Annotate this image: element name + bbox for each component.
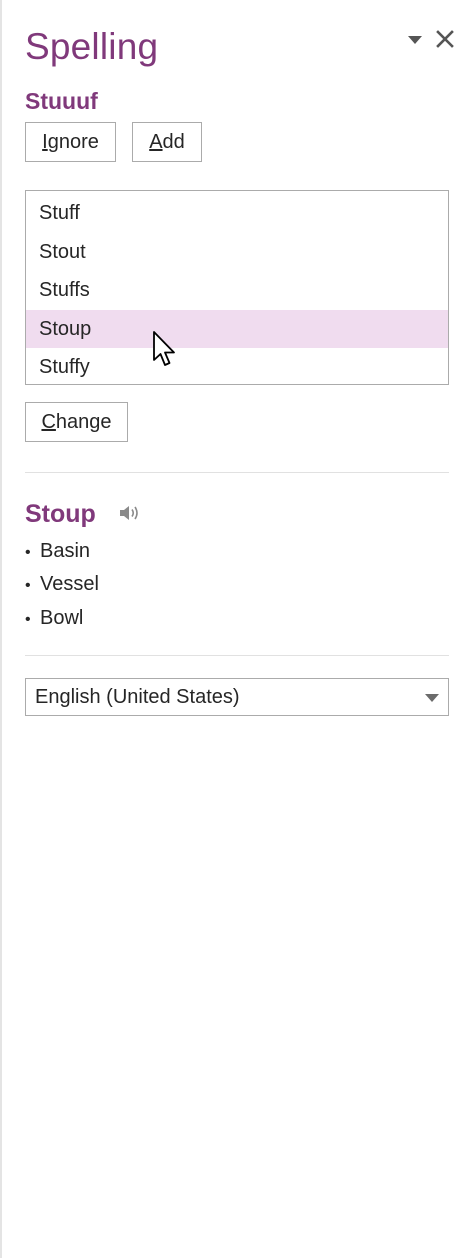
ignore-button[interactable]: Ignore	[25, 122, 116, 162]
bullet-icon: •	[25, 610, 31, 628]
speaker-icon[interactable]	[118, 503, 142, 523]
ignore-button-label: gnore	[47, 130, 99, 153]
change-button-label: hange	[55, 410, 112, 433]
spelling-pane: Spelling Stuuuf Ignore Add Stuff Stout S…	[0, 0, 474, 1258]
synonym-text: Basin	[40, 540, 91, 562]
suggestion-item-selected[interactable]: Stoup	[26, 309, 448, 349]
suggestion-item[interactable]: Stout	[26, 233, 448, 272]
change-button[interactable]: Change	[25, 402, 128, 442]
definition-word: Stoup	[25, 500, 96, 528]
language-select[interactable]: English (United States)	[25, 678, 449, 716]
synonym-item: • Vessel	[25, 568, 99, 601]
section-divider	[25, 655, 449, 656]
misspelled-word: Stuuuf	[25, 88, 98, 114]
pane-title: Spelling	[25, 26, 159, 67]
add-button-accesskey: A	[149, 130, 163, 153]
pane-left-border	[0, 0, 2, 1258]
suggestions-list[interactable]: Stuff Stout Stuffs Stoup Stuffy	[25, 190, 449, 385]
bullet-icon: •	[25, 544, 31, 561]
suggestion-item[interactable]: Stuff	[26, 194, 448, 233]
language-select-value: English (United States)	[35, 685, 240, 708]
add-button-label: dd	[162, 130, 185, 153]
synonym-text: Vessel	[40, 573, 99, 596]
suggestion-item[interactable]: Stuffy	[26, 348, 448, 387]
chevron-down-icon[interactable]	[425, 694, 439, 702]
add-button[interactable]: Add	[132, 122, 202, 162]
bullet-icon: •	[25, 577, 31, 595]
chevron-down-icon[interactable]	[408, 36, 422, 44]
close-icon[interactable]	[434, 28, 456, 50]
synonym-text: Bowl	[40, 606, 84, 629]
suggestion-item[interactable]: Stuffs	[26, 271, 448, 310]
section-divider	[25, 472, 449, 473]
change-button-accesskey: C	[41, 410, 56, 433]
pane-controls	[408, 28, 456, 50]
synonym-item: • Basin	[25, 535, 99, 568]
synonym-list: • Basin • Vessel • Bowl	[25, 535, 99, 635]
synonym-item: • Bowl	[25, 602, 99, 635]
